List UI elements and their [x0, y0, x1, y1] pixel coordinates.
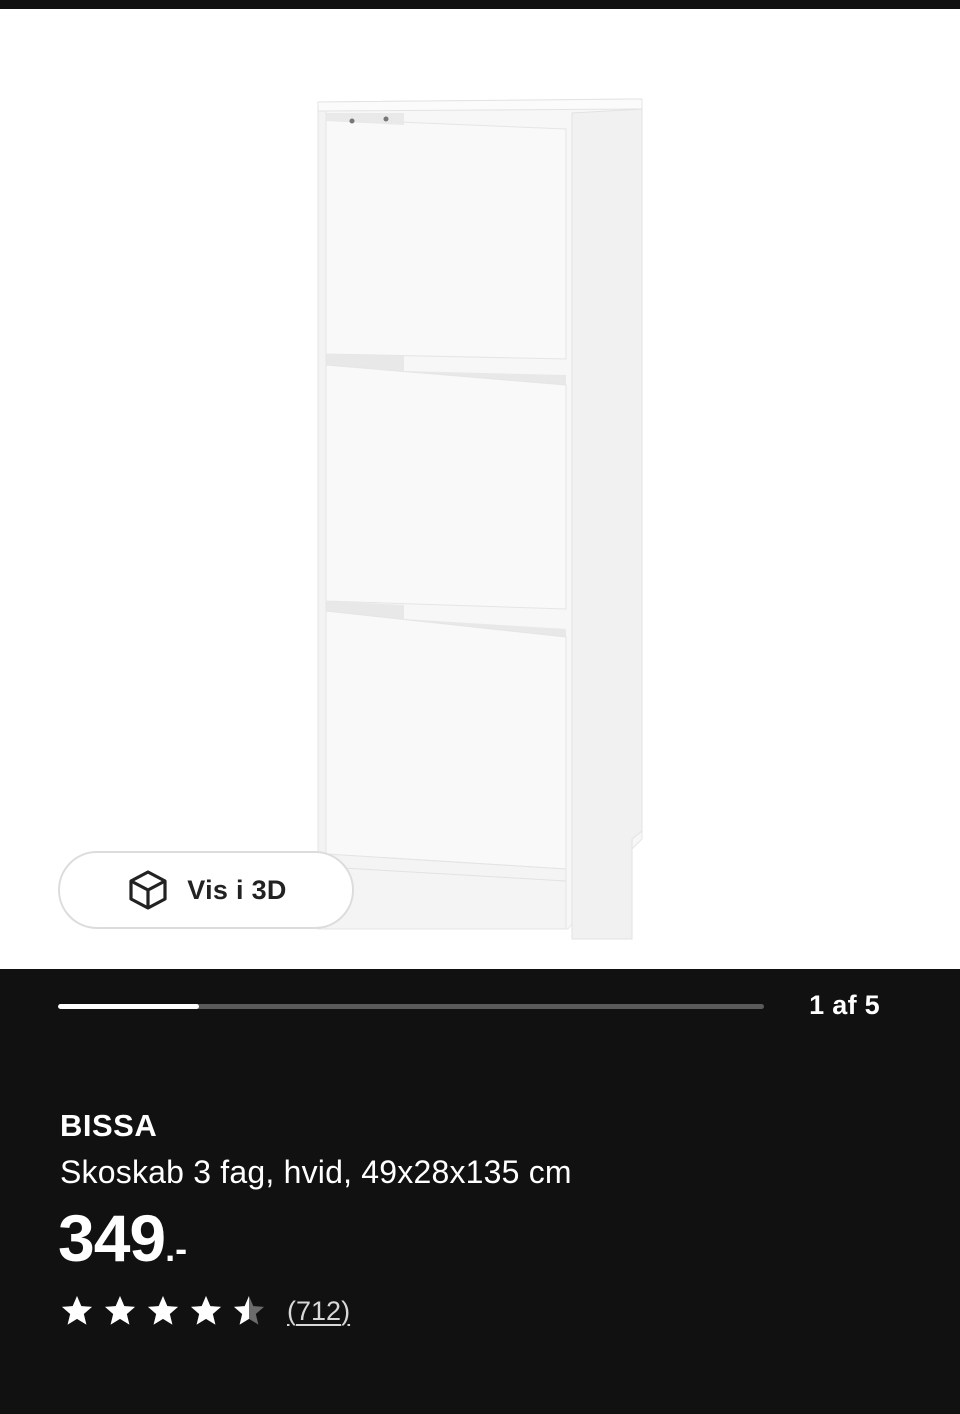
product-name: BISSA	[60, 1108, 158, 1143]
gallery-progress-bar[interactable]	[58, 1004, 764, 1009]
product-description: Skoskab 3 fag, hvid, 49x28x135 cm	[60, 1154, 572, 1190]
gallery-progress-fill	[58, 1004, 200, 1009]
review-open-paren: (	[287, 1295, 296, 1326]
price-suffix: .-	[165, 1228, 188, 1269]
star-full-icon	[105, 1296, 135, 1325]
price-integer: 349	[58, 1201, 166, 1275]
rating-stars	[60, 1294, 266, 1328]
product-price: 349.-	[58, 1200, 187, 1276]
view-in-3d-button[interactable]: Vis i 3D	[58, 851, 354, 929]
star-half-icon	[234, 1296, 264, 1325]
review-count-link[interactable]: (712)	[287, 1296, 350, 1327]
view-in-3d-label: Vis i 3D	[187, 874, 287, 905]
shoe-cabinet-image	[317, 98, 643, 940]
review-count: 712	[296, 1295, 342, 1326]
star-full-icon	[148, 1296, 178, 1325]
product-rating[interactable]: (712)	[60, 1294, 350, 1328]
star-full-icon	[191, 1296, 221, 1325]
cube-icon	[129, 870, 167, 910]
gallery-page-indicator: 1 af 5	[809, 990, 880, 1020]
star-full-icon	[62, 1296, 92, 1325]
product-image-gallery[interactable]: Vis i 3D	[0, 9, 960, 969]
status-bar-strip	[0, 0, 960, 9]
review-close-paren: )	[341, 1295, 351, 1326]
